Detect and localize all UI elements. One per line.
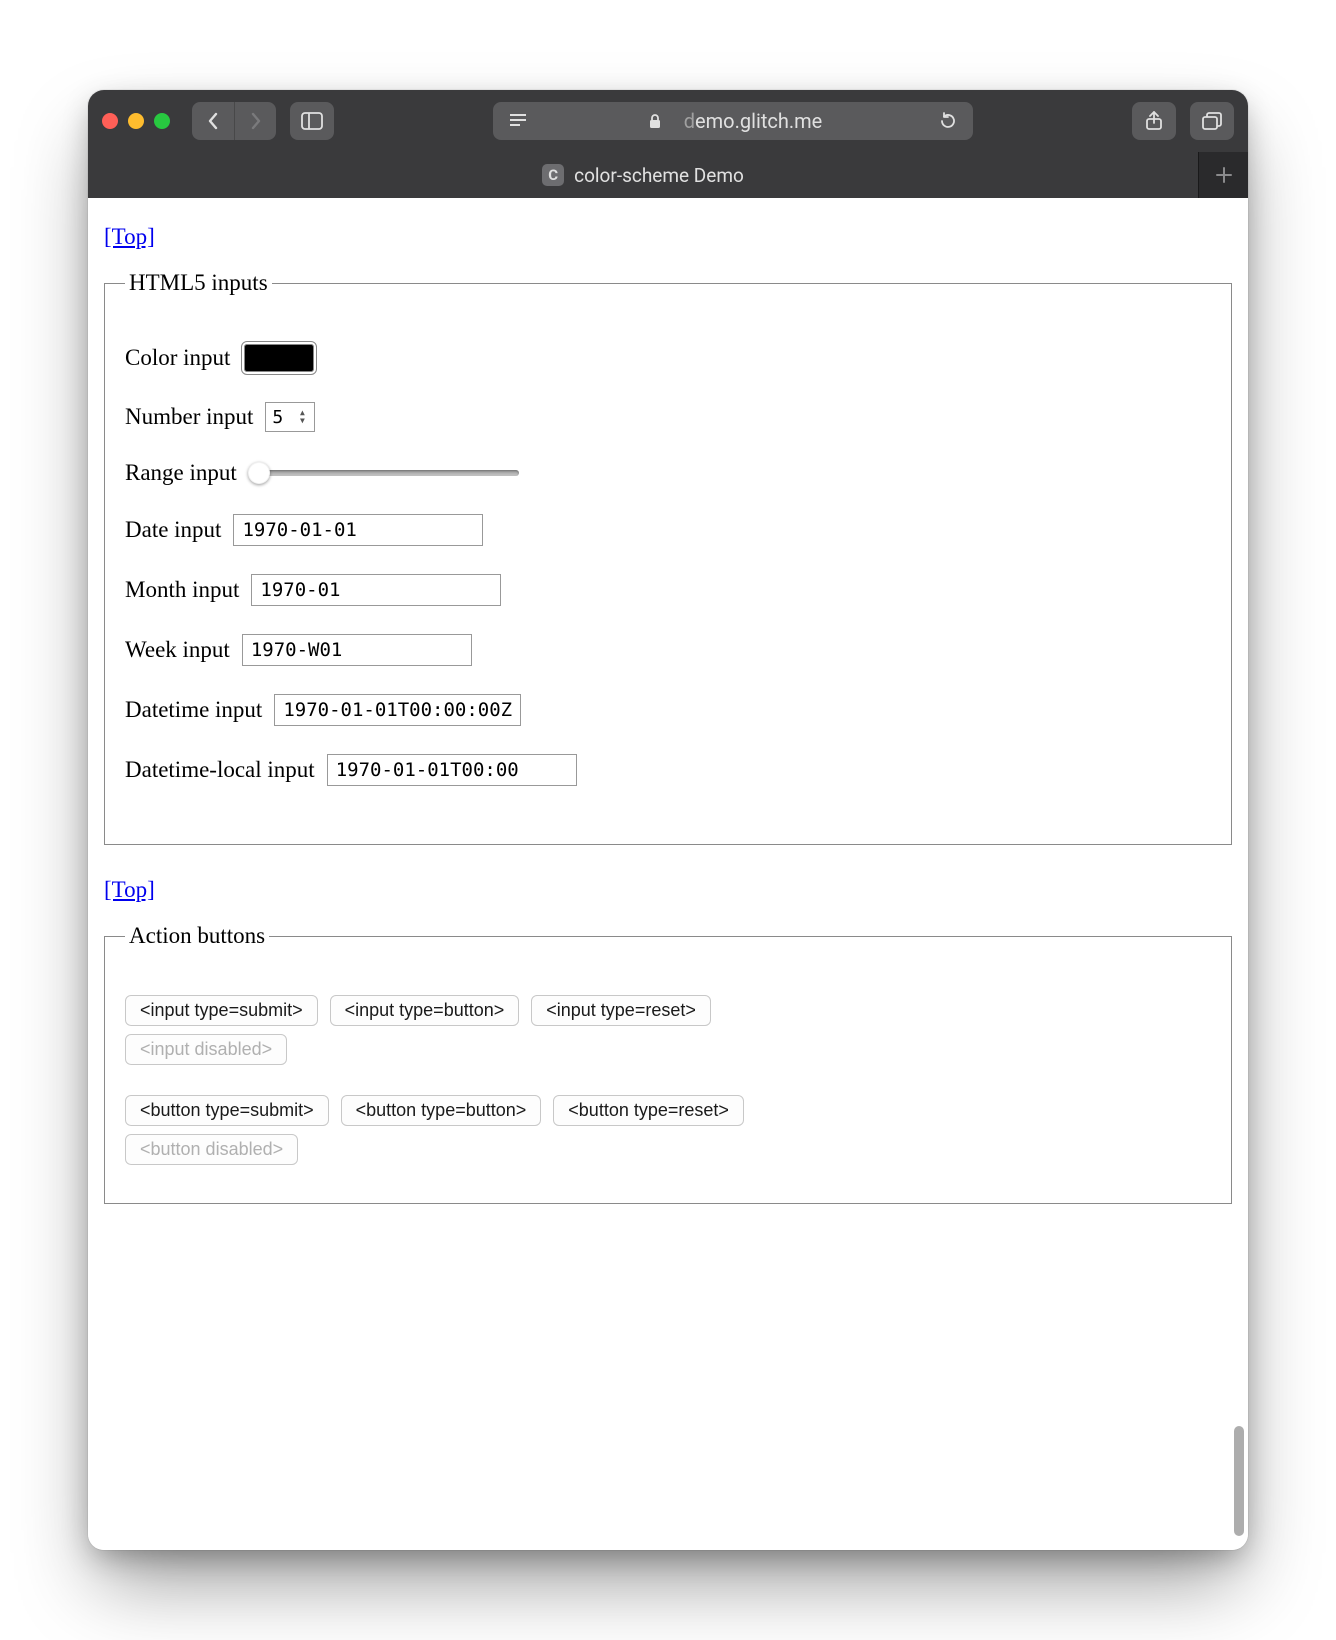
row-datetime: Datetime input 1970-01-01T00:00:00Z xyxy=(125,694,1211,726)
label-datetime: Datetime input xyxy=(125,697,262,723)
row-week: Week input 1970-W01 xyxy=(125,634,1211,666)
action-buttons-fieldset: Action buttons <input type=submit> <inpu… xyxy=(104,923,1232,1204)
label-date: Date input xyxy=(125,517,221,543)
row-month: Month input 1970-01 xyxy=(125,574,1211,606)
label-week: Week input xyxy=(125,637,230,663)
range-thumb[interactable] xyxy=(248,462,270,484)
button-disabled-button: <button disabled> xyxy=(125,1134,298,1165)
chevron-right-icon xyxy=(249,112,263,130)
url-text: demo.glitch.me xyxy=(684,109,823,133)
page-viewport: [Top] HTML5 inputs Color input Number in… xyxy=(88,198,1248,1550)
reader-icon xyxy=(508,113,528,129)
html5-inputs-legend: HTML5 inputs xyxy=(125,270,272,296)
plus-icon xyxy=(1215,166,1233,184)
window-controls xyxy=(102,113,170,129)
number-stepper[interactable]: ▲ ▼ xyxy=(296,407,308,427)
reader-mode-button[interactable] xyxy=(507,113,529,129)
scrollbar-thumb[interactable] xyxy=(1234,1426,1244,1536)
input-button-button[interactable]: <input type=button> xyxy=(330,995,520,1026)
back-button[interactable] xyxy=(192,102,234,140)
row-color: Color input xyxy=(125,342,1211,374)
week-input[interactable]: 1970-W01 xyxy=(242,634,472,666)
number-input[interactable]: 5 ▲ ▼ xyxy=(265,402,315,432)
row-datetime-local: Datetime-local input 1970-01-01T00:00 xyxy=(125,754,1211,786)
input-submit-button[interactable]: <input type=submit> xyxy=(125,995,318,1026)
date-input[interactable]: 1970-01-01 xyxy=(233,514,483,546)
nav-buttons xyxy=(192,102,276,140)
reload-button[interactable] xyxy=(937,112,959,130)
range-input[interactable] xyxy=(249,463,519,483)
sidebar-icon xyxy=(301,112,323,130)
datetime-local-input[interactable]: 1970-01-01T00:00 xyxy=(327,754,577,786)
button-submit-button[interactable]: <button type=submit> xyxy=(125,1095,329,1126)
top-link-2[interactable]: [Top] xyxy=(104,877,155,903)
row-date: Date input 1970-01-01 xyxy=(125,514,1211,546)
top-link[interactable]: [Top] xyxy=(104,224,155,250)
color-input[interactable] xyxy=(242,342,316,374)
range-track xyxy=(249,470,519,476)
titlebar: demo.glitch.me xyxy=(88,90,1248,152)
chevron-down-icon: ▼ xyxy=(300,417,305,425)
share-button[interactable] xyxy=(1132,102,1176,140)
share-icon xyxy=(1145,111,1163,131)
row-range: Range input xyxy=(125,460,1211,486)
button-elements-row-2: <button disabled> xyxy=(125,1134,1211,1165)
tab-active[interactable]: C color-scheme Demo xyxy=(88,152,1198,198)
action-buttons-legend: Action buttons xyxy=(125,923,269,949)
address-bar[interactable]: demo.glitch.me xyxy=(493,102,973,140)
sidebar-toggle-button[interactable] xyxy=(290,102,334,140)
input-buttons-row: <input type=submit> <input type=button> … xyxy=(125,995,1211,1026)
label-range: Range input xyxy=(125,460,237,486)
lock-icon xyxy=(644,113,666,129)
label-color: Color input xyxy=(125,345,230,371)
html5-inputs-fieldset: HTML5 inputs Color input Number input 5 … xyxy=(104,270,1232,845)
row-number: Number input 5 ▲ ▼ xyxy=(125,402,1211,432)
label-number: Number input xyxy=(125,404,253,430)
button-button-button[interactable]: <button type=button> xyxy=(341,1095,542,1126)
input-buttons-row-2: <input disabled> xyxy=(125,1034,1211,1065)
tab-strip: C color-scheme Demo xyxy=(88,152,1248,198)
minimize-window-button[interactable] xyxy=(128,113,144,129)
favicon-icon: C xyxy=(542,164,564,186)
datetime-input[interactable]: 1970-01-01T00:00:00Z xyxy=(274,694,521,726)
chevron-left-icon xyxy=(206,112,220,130)
zoom-window-button[interactable] xyxy=(154,113,170,129)
tabs-overview-button[interactable] xyxy=(1190,102,1234,140)
button-elements-row: <button type=submit> <button type=button… xyxy=(125,1095,1211,1126)
button-reset-button[interactable]: <button type=reset> xyxy=(553,1095,744,1126)
number-value: 5 xyxy=(272,407,283,428)
close-window-button[interactable] xyxy=(102,113,118,129)
label-month: Month input xyxy=(125,577,239,603)
document: [Top] HTML5 inputs Color input Number in… xyxy=(88,198,1248,1258)
month-input[interactable]: 1970-01 xyxy=(251,574,501,606)
tab-title: color-scheme Demo xyxy=(574,164,744,187)
browser-window: demo.glitch.me C color-scheme Demo [Top]… xyxy=(88,90,1248,1550)
label-datetime-local: Datetime-local input xyxy=(125,757,315,783)
new-tab-button[interactable] xyxy=(1198,152,1248,198)
input-reset-button[interactable]: <input type=reset> xyxy=(531,995,711,1026)
reload-icon xyxy=(939,112,957,130)
tabs-icon xyxy=(1202,112,1222,130)
forward-button[interactable] xyxy=(234,102,276,140)
input-disabled-button: <input disabled> xyxy=(125,1034,287,1065)
